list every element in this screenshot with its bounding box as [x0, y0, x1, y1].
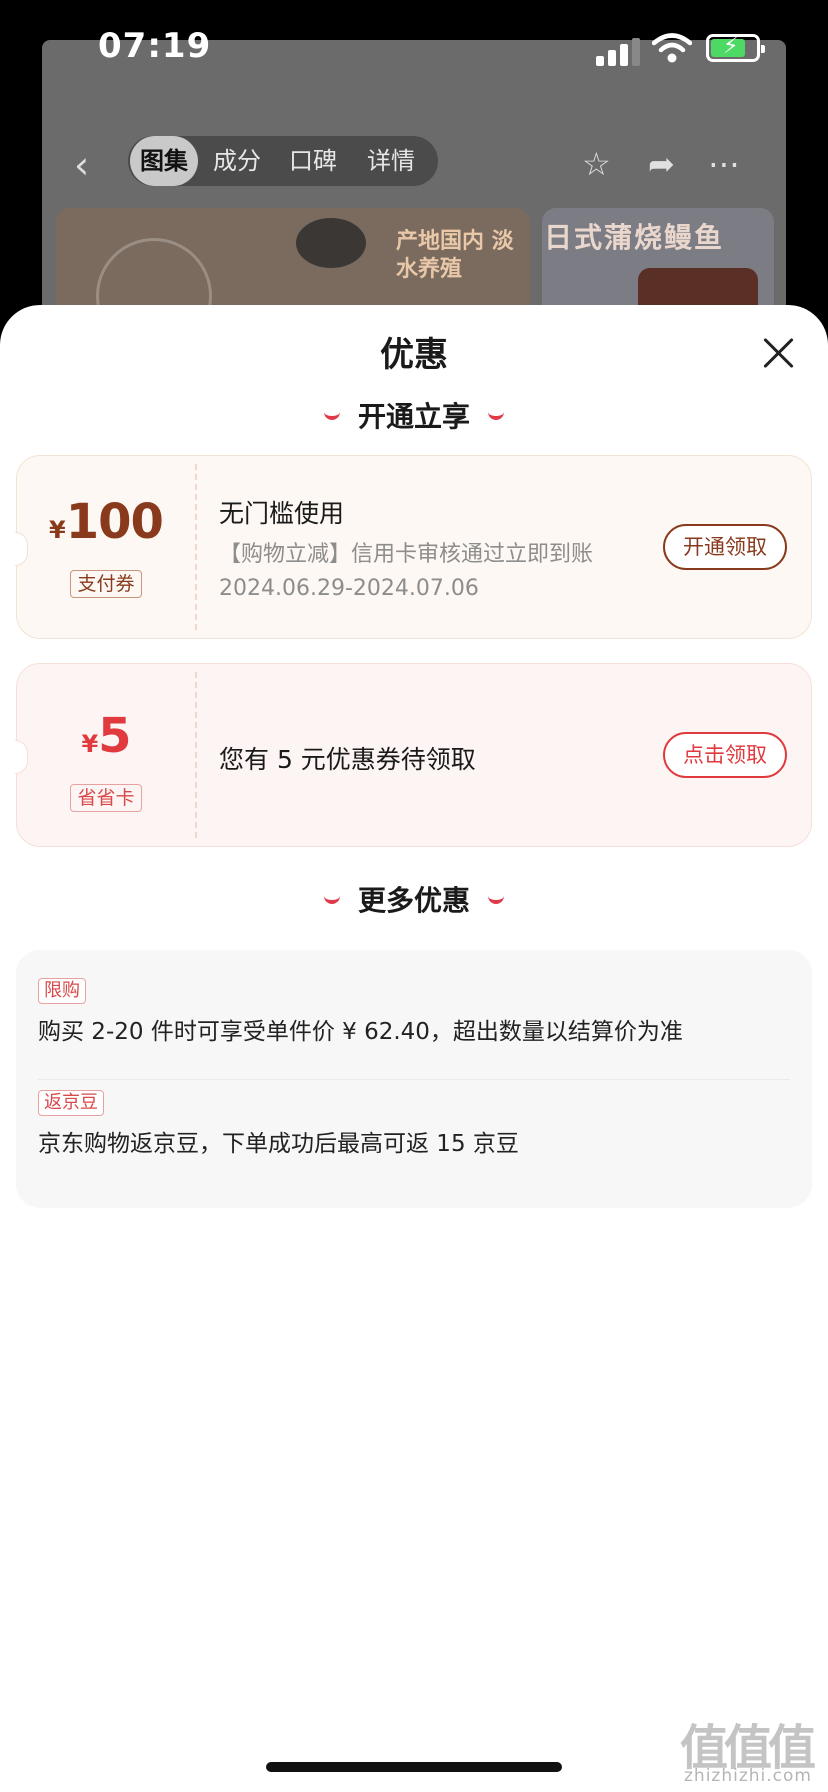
more-offers-list: 限购 购买 2-20 件时可享受单件价 ¥ 62.40，超出数量以结算价为准 返…	[16, 950, 812, 1208]
coupon-divider	[195, 672, 197, 838]
currency-symbol: ¥	[81, 730, 99, 758]
watermark: 值值值 zhizhizhi.com	[680, 1708, 820, 1788]
screen: ‹ 图集 成分 口碑 详情 ☆ ➦ ⋯ 产地国内 淡水养殖 日式蒲烧鳗鱼 07:…	[0, 0, 828, 1792]
photo-1-label: 产地国内 淡水养殖	[396, 229, 514, 282]
back-icon[interactable]: ‹	[74, 146, 89, 184]
bowl-image	[296, 218, 366, 268]
section-title-activate: 开通立享	[357, 400, 470, 433]
battery-icon: ⚡	[706, 34, 765, 62]
coupon-title: 无门槛使用	[219, 499, 345, 528]
home-indicator[interactable]	[266, 1762, 562, 1772]
star-icon[interactable]: ☆	[582, 144, 611, 184]
nav-actions: ☆ ➦ ⋯	[582, 144, 762, 184]
product-tabs: 图集 成分 口碑 详情	[128, 136, 438, 186]
currency-symbol: ¥	[49, 516, 66, 544]
cellular-signal-icon	[596, 36, 642, 66]
coupon-type-badge: 省省卡	[17, 784, 195, 812]
offer-badge-jingdou: 返京豆	[38, 1090, 104, 1116]
coupon-type-label: 支付券	[70, 570, 142, 598]
watermark-text: zhizhizhi.com	[684, 1766, 812, 1786]
close-icon[interactable]	[760, 335, 796, 371]
offer-text-limit: 购买 2-20 件时可享受单件价 ¥ 62.40，超出数量以结算价为准	[38, 1019, 683, 1045]
coupon-value: 100	[65, 494, 164, 550]
smile-decoration-icon	[488, 891, 504, 904]
more-icon[interactable]: ⋯	[708, 144, 742, 184]
section-header-activate: 开通立享	[0, 395, 828, 439]
tab-ingredients[interactable]: 成分	[202, 136, 272, 186]
offer-divider	[38, 1079, 790, 1080]
smile-decoration-icon	[323, 407, 340, 420]
product-nav-bar: ‹ 图集 成分 口碑 详情 ☆ ➦ ⋯	[42, 136, 786, 192]
offer-badge-limit: 限购	[38, 978, 86, 1004]
sheet-title: 优惠	[380, 335, 448, 375]
photo-2-label: 日式蒲烧鳗鱼	[544, 221, 725, 254]
payment-coupon-card: ¥100 支付券 无门槛使用 【购物立减】信用卡审核通过立即到账 2024.06…	[15, 455, 812, 639]
coupon-type-badge: 支付券	[17, 570, 195, 598]
offers-sheet: 优惠 开通立享 ¥100 支付券 无门槛使用 【购物立减】信用卡审核通过立即到账…	[0, 305, 828, 1792]
smile-decoration-icon	[323, 891, 340, 904]
wifi-icon	[652, 33, 692, 63]
tab-reviews[interactable]: 口碑	[278, 136, 348, 186]
activate-claim-button[interactable]: 开通领取	[663, 524, 787, 570]
share-icon[interactable]: ➦	[648, 144, 675, 184]
savings-card-coupon: ¥5 省省卡 您有 5 元优惠券待领取 点击领取	[15, 663, 812, 847]
coupon-title: 您有 5 元优惠券待领取	[219, 745, 476, 774]
smile-decoration-icon	[488, 407, 504, 420]
charging-bolt-icon: ⚡	[723, 34, 739, 59]
tab-details[interactable]: 详情	[356, 136, 426, 186]
tab-gallery[interactable]: 图集	[130, 136, 198, 186]
coupon-amount: ¥100	[17, 494, 195, 550]
status-bar: 07:19 ⚡	[0, 0, 828, 100]
offer-text-jingdou: 京东购物返京豆，下单成功后最高可返 15 京豆	[38, 1131, 519, 1157]
status-time: 07:19	[98, 26, 212, 66]
section-title-more-offers: 更多优惠	[357, 884, 470, 917]
claim-button[interactable]: 点击领取	[663, 732, 787, 778]
coupon-description: 【购物立减】信用卡审核通过立即到账	[219, 542, 594, 567]
coupon-type-label: 省省卡	[70, 784, 142, 812]
coupon-value: 5	[98, 708, 131, 764]
section-header-more-offers: 更多优惠	[0, 879, 828, 923]
coupon-amount: ¥5	[17, 708, 195, 764]
coupon-validity-date: 2024.06.29-2024.07.06	[219, 576, 479, 601]
coupon-divider	[195, 464, 197, 630]
